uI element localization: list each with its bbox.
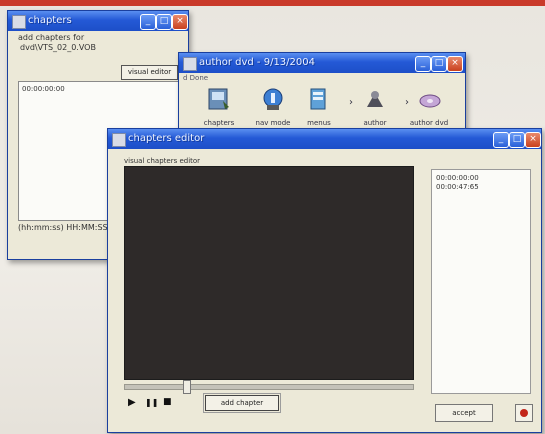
editor-window-title: chapters editor [128,133,205,144]
tool-label: menus [307,119,331,127]
pause-button[interactable]: ❚❚ [145,398,158,407]
list-item[interactable]: 00:00:47:65 [432,183,530,192]
seek-slider[interactable] [124,380,414,394]
chapters-window-title: chapters [28,15,72,26]
accept-button[interactable]: accept [435,404,493,422]
visual-editor-button[interactable]: visual editor [121,65,178,80]
menus-icon [310,88,326,110]
play-button[interactable]: ▶ [128,397,136,408]
tool-label: author [363,119,387,127]
author-dvd-icon [419,94,441,108]
chapters-editor-window: chapters editor _ □ × visual chapters ed… [107,128,542,433]
source-file-label: dvd\VTS_02_0.VOB [20,43,96,52]
stop-button[interactable]: ■ [163,397,172,407]
tool-label: chapters [203,119,235,127]
app-icon [12,15,26,29]
app-icon [112,133,126,147]
minimize-button[interactable]: _ [415,56,431,72]
add-chapter-button[interactable]: add chapter [203,393,281,413]
minimize-button[interactable]: _ [493,132,509,148]
author-icon [367,91,383,107]
list-item[interactable]: 00:00:00:00 [22,85,65,93]
app-icon [183,57,197,71]
list-item[interactable]: 00:00:00:00 [432,174,530,183]
seek-handle[interactable] [183,380,191,394]
chapter-list[interactable]: 00:00:00:00 00:00:47:65 [431,169,531,394]
tool-label: author dvd [409,119,449,127]
maximize-button[interactable]: □ [156,14,172,30]
chapters-titlebar[interactable]: chapters _ □ × [8,11,188,31]
maximize-button[interactable]: □ [431,56,447,72]
help-button[interactable] [515,404,533,422]
nav-mode-icon [263,88,283,110]
help-icon [520,409,528,417]
author-titlebar[interactable]: author dvd - 9/13/2004 _ □ × [179,53,465,73]
editor-titlebar[interactable]: chapters editor _ □ × [108,129,541,149]
author-window-title: author dvd - 9/13/2004 [199,57,315,68]
minimize-button[interactable]: _ [140,14,156,30]
menu-bar[interactable]: d Done [183,74,208,82]
close-button[interactable]: × [172,14,188,30]
chapters-icon [208,88,229,110]
video-preview[interactable] [124,166,414,380]
close-button[interactable]: × [447,56,463,72]
visual-chapters-editor-label: visual chapters editor [124,157,201,165]
add-chapters-label: add chapters for [18,33,85,42]
maximize-button[interactable]: □ [509,132,525,148]
format-hint: (hh:mm:ss) HH:MM:SS [18,223,108,232]
close-button[interactable]: × [525,132,541,148]
